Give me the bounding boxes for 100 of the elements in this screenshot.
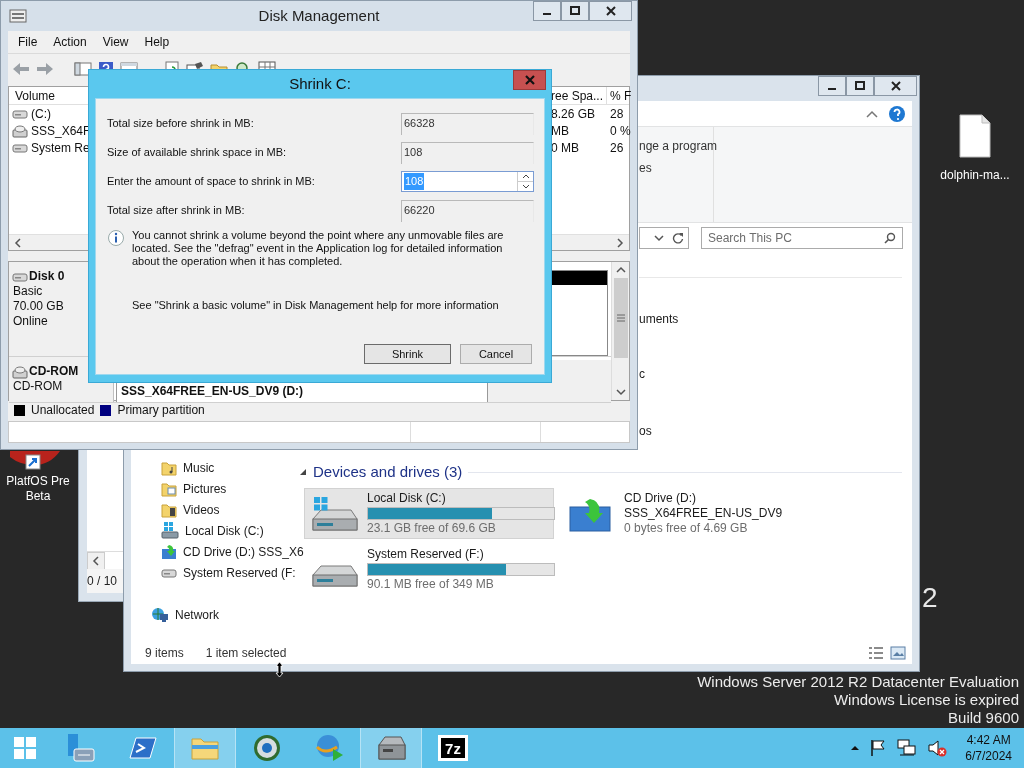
maximize-button[interactable] [846, 76, 874, 96]
license-text: Windows Server 2012 R2 Datacenter Evaluation [697, 673, 1019, 691]
minimize-button[interactable] [533, 1, 561, 21]
desktop-icon-label[interactable]: PlatfOS Pre Beta [0, 474, 76, 504]
drive-name: System Reserved (F:) [367, 547, 485, 562]
minimize-icon [828, 88, 836, 90]
field-label: Enter the amount of space to shrink in MB: [107, 174, 316, 190]
network-icon[interactable] [897, 739, 918, 757]
speaker-muted-icon[interactable] [927, 739, 948, 757]
group-header[interactable]: Devices and drives (3) [313, 460, 463, 484]
tiles-view-icon[interactable] [890, 646, 906, 660]
field-value: 66328 [403, 115, 436, 131]
taskbar-button[interactable] [360, 728, 422, 768]
desktop-icon-label[interactable]: dolphin-ma... [940, 166, 1010, 184]
close-button[interactable] [874, 76, 917, 96]
scroll-left-button[interactable] [87, 552, 105, 570]
field-value: 66220 [403, 202, 436, 218]
percent-cell: 0 % [610, 123, 631, 138]
show-hidden-icons-icon[interactable] [851, 745, 860, 751]
drive-tile[interactable]: CD Drive (D:) SSS_X64FREE_EN-US_DV9 0 bytes free of 4.69 GB [561, 488, 811, 539]
drive-tile[interactable]: System Reserved (F:) 90.1 MB free of 349 MB [304, 544, 554, 595]
pictures-folder-icon [161, 480, 177, 497]
close-icon [605, 6, 616, 16]
table-cell[interactable]: SSS_X64F [31, 123, 91, 138]
free-space-text: 23.1 GB free of 69.6 GB [367, 521, 497, 536]
chevron-down-icon[interactable] [654, 234, 664, 242]
menu-item[interactable]: Help [144, 33, 170, 51]
vertical-scrollbar[interactable] [611, 262, 629, 400]
details-view-icon[interactable] [868, 646, 884, 660]
nav-item[interactable]: Network [131, 604, 291, 625]
drive-icon [12, 270, 28, 283]
close-icon [890, 81, 901, 91]
folder-icon [190, 735, 220, 761]
nav-item[interactable]: Videos [131, 499, 220, 520]
table-cell[interactable]: (C:) [31, 106, 51, 121]
legend-label: Primary partition [117, 402, 205, 419]
column-header[interactable]: % F [607, 87, 629, 104]
console-tree-icon[interactable] [74, 60, 92, 77]
nav-item[interactable]: Pictures [131, 478, 227, 499]
menu-item[interactable]: File [18, 33, 38, 51]
nav-item[interactable]: Music [131, 457, 215, 478]
spin-up-button[interactable] [518, 172, 533, 182]
minimize-icon [543, 13, 551, 15]
folder-label[interactable]: c [639, 366, 912, 382]
network-icon [151, 606, 169, 623]
dialog-button[interactable]: Cancel [460, 344, 532, 364]
folder-label[interactable]: uments [639, 311, 912, 327]
field-value: 108 [404, 173, 425, 190]
flag-icon[interactable] [869, 739, 888, 757]
menu-item[interactable]: Action [53, 33, 87, 51]
drive-label: SSS_X64FREE_EN-US_DV9 [624, 506, 783, 521]
field-value: 108 [403, 144, 424, 160]
nav-item[interactable]: System Reserved (F: [131, 562, 296, 583]
maximize-icon [855, 81, 865, 91]
powershell-icon [129, 735, 157, 761]
nav-item[interactable]: CD Drive (D:) SSS_X6 [131, 541, 304, 562]
globe-icon [252, 733, 282, 763]
search-icon[interactable] [884, 232, 896, 244]
chevron-left-icon [92, 556, 100, 566]
windows-drive-icon [161, 522, 179, 539]
info-icon [107, 229, 125, 247]
refresh-icon[interactable] [672, 232, 684, 244]
chevron-right-icon [616, 238, 624, 248]
dialog-button[interactable]: Shrink [364, 344, 451, 364]
field-label: Size of available shrink space in MB: [107, 145, 288, 161]
download-globe-icon [313, 733, 345, 763]
minimize-button[interactable] [818, 76, 846, 96]
help-text: See "Shrink a basic volume" in Disk Management help for more information [131, 299, 500, 312]
drive-name: CD Drive (D:) [624, 491, 697, 506]
collapse-ribbon-icon[interactable] [866, 109, 878, 118]
music-folder-icon [161, 459, 177, 476]
close-button[interactable] [589, 1, 632, 21]
note-text: You cannot shrink a volume beyond the point where any unmovable files are located. See the "defrag" event in the Application log for detailed information about the operation when it has completed. [132, 229, 505, 268]
help-icon[interactable] [888, 104, 906, 123]
drive-icon [161, 566, 177, 579]
collapse-group-icon[interactable] [299, 468, 307, 476]
branding-text: 2 [922, 581, 938, 615]
maximize-button[interactable] [561, 1, 589, 21]
folder-label[interactable]: os [639, 423, 912, 439]
disk-name: CD-ROM [29, 364, 79, 379]
drive-tile[interactable]: Local Disk (C:) 23.1 GB free of 69.6 GB [304, 488, 554, 539]
field-label: Total size after shrink in MB: [107, 203, 246, 219]
percent-cell: 28 [610, 106, 624, 121]
chevron-up-icon [521, 174, 530, 179]
file-icon[interactable] [959, 114, 991, 158]
free-space-text: 0 bytes free of 4.69 GB [624, 521, 749, 536]
close-button[interactable] [513, 70, 546, 90]
clock[interactable]: 4:42 AM 6/7/2024 [965, 732, 1012, 764]
partition-label: SSS_X64FREE_EN-US_DV9 (D:) [121, 384, 304, 398]
search-input[interactable]: Search This PC [708, 229, 868, 247]
drive-icon [12, 107, 28, 120]
search-field[interactable]: Search This PC [701, 227, 903, 249]
address-bar[interactable] [639, 227, 689, 249]
ribbon-command[interactable]: es [639, 160, 713, 176]
menu-item[interactable]: View [102, 33, 129, 51]
taskbar-button[interactable]: 7z [422, 728, 484, 768]
nav-item[interactable]: Local Disk (C:) [131, 520, 264, 541]
status-text: 9 items [145, 645, 184, 662]
disk-detail: Online [12, 314, 49, 329]
disk-detail: CD-ROM [12, 379, 64, 394]
